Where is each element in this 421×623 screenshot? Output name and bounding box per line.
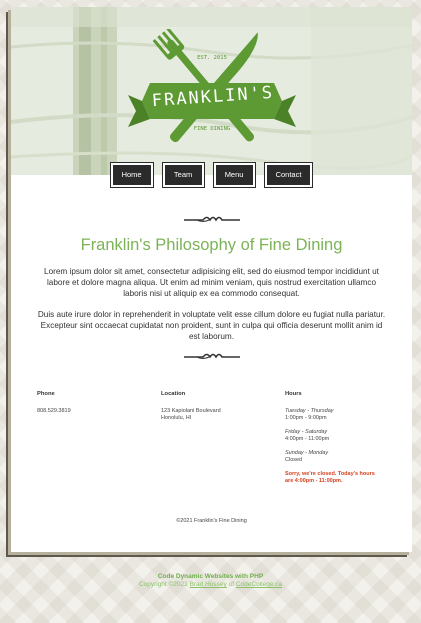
- location-line1: 123 Kapiolani Boulevard: [161, 408, 221, 414]
- hours-days-1: Tuesday - Thursday: [285, 408, 334, 414]
- nav-team-button[interactable]: Team: [162, 163, 204, 187]
- intro-paragraph-2: Duis aute irure dolor in reprehenderit i…: [37, 310, 386, 341]
- nav-menu-button[interactable]: Menu: [213, 163, 255, 187]
- page-copyright: ©2021 Franklin's Fine Dining: [176, 518, 247, 524]
- footer-of-text: of: [228, 581, 235, 588]
- hours-time-1: 1:00pm - 9:00pm: [285, 415, 327, 421]
- intro-paragraph-1: Lorem ipsum dolor sit amet, consectetur …: [44, 267, 379, 298]
- hours-time-3: Closed: [285, 457, 303, 463]
- location-label: Location: [161, 391, 186, 397]
- hours-days-2: Friday - Saturday: [285, 429, 328, 435]
- footer-copyright-prefix: Copyright ©2021: [138, 581, 188, 588]
- divider-flourish-bottom: [184, 353, 240, 359]
- closed-alert-line2: are 4:00pm - 11:00pm.: [285, 478, 343, 484]
- site-link[interactable]: CodeCollege.ca: [236, 581, 282, 588]
- page-title: Franklin's Philosophy of Fine Dining: [80, 236, 343, 254]
- author-link[interactable]: Brad Hussey: [190, 581, 227, 588]
- divider-flourish-top: [184, 216, 240, 222]
- site-footer-credits: Copyright ©2021 Brad Hussey of CodeColle…: [0, 581, 421, 588]
- hours-days-3: Sunday - Monday: [285, 450, 329, 456]
- nav-home-button[interactable]: Home: [110, 163, 153, 187]
- location-line2: Honolulu, HI: [161, 415, 192, 421]
- site-footer-title: Code Dynamic Websites with PHP: [157, 573, 264, 580]
- main-nav: Home Team Menu Contact: [11, 163, 412, 187]
- logo-established: EST. 2015: [197, 55, 227, 61]
- nav-contact-button[interactable]: Contact: [264, 163, 313, 187]
- hours-time-2: 4:00pm - 11:00pm: [285, 436, 330, 442]
- page-container: EST. 2015 FRANKLIN'S FINE DINING Home Te…: [11, 7, 412, 552]
- closed-alert-line1: Sorry, we're closed. Today's hours: [285, 471, 375, 477]
- phone-label: Phone: [37, 391, 55, 397]
- hours-label: Hours: [285, 391, 302, 397]
- phone-value: 808.529.3819: [37, 408, 71, 414]
- logo-tagline: FINE DINING: [193, 126, 231, 132]
- hero-banner: EST. 2015 FRANKLIN'S FINE DINING: [11, 7, 412, 175]
